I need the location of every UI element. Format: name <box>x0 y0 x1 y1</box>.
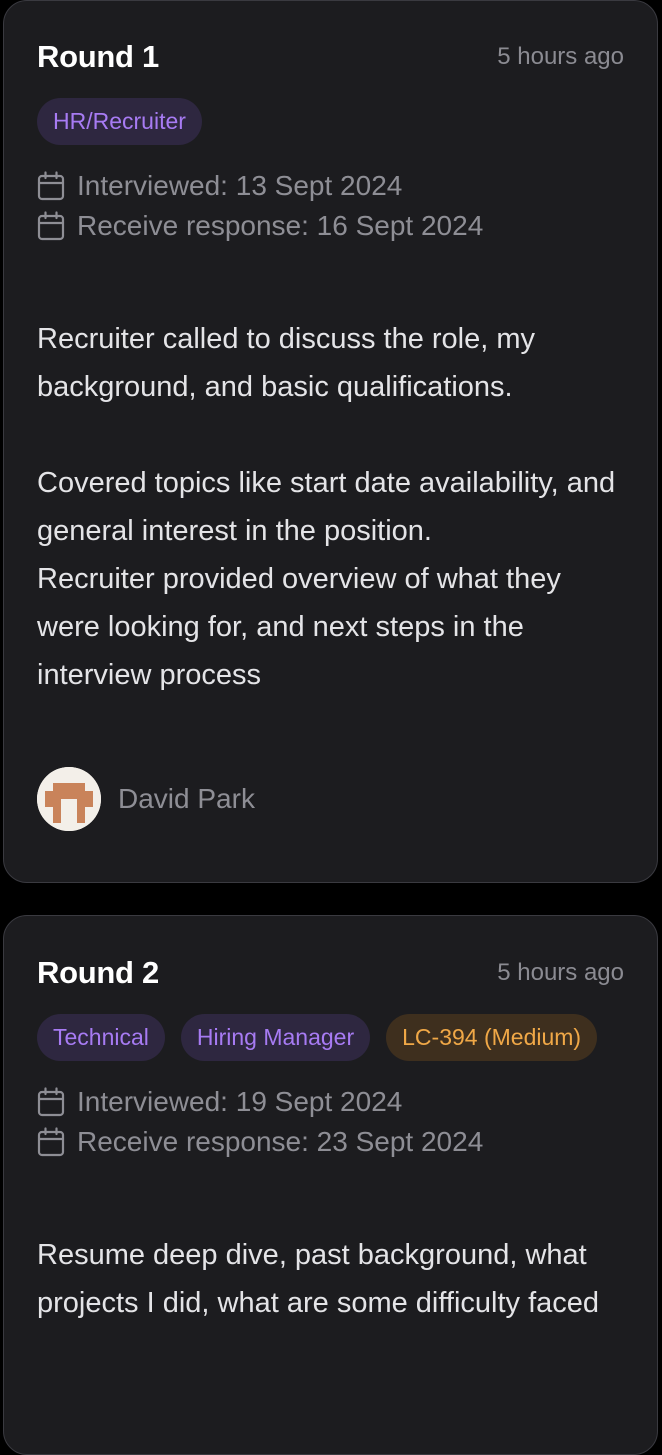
response-text: Receive response: 16 Sept 2024 <box>77 210 484 241</box>
author-name[interactable]: David Park <box>118 783 255 815</box>
avatar[interactable] <box>37 767 101 831</box>
author[interactable]: David Park <box>37 767 624 831</box>
response-text: Receive response: 23 Sept 2024 <box>77 1126 484 1157</box>
interviewed-text: Interviewed: 13 Sept 2024 <box>77 170 403 201</box>
interviewed-date: Interviewed: 13 Sept 2024 <box>37 166 624 206</box>
round-description: Recruiter called to discuss the role, my… <box>37 315 627 699</box>
dates: Interviewed: 13 Sept 2024 Receive respon… <box>37 166 624 246</box>
round-title: Round 1 <box>37 39 159 74</box>
interviewed-text: Interviewed: 19 Sept 2024 <box>77 1086 403 1117</box>
tag-list: Technical Hiring Manager LC-394 (Medium) <box>37 1014 624 1061</box>
round-card: Round 2 5 hours ago Technical Hiring Man… <box>3 915 658 1455</box>
round-card: Round 1 5 hours ago HR/Recruiter Intervi… <box>3 0 658 883</box>
response-date: Receive response: 23 Sept 2024 <box>37 1122 624 1162</box>
interviewed-date: Interviewed: 19 Sept 2024 <box>37 1082 624 1122</box>
tag-hr-recruiter: HR/Recruiter <box>37 98 202 145</box>
pixel-avatar-icon <box>37 767 101 831</box>
calendar-icon <box>37 1087 65 1117</box>
tag-leetcode-problem[interactable]: LC-394 (Medium) <box>386 1014 598 1061</box>
calendar-icon <box>37 171 65 201</box>
tag-list: HR/Recruiter <box>37 98 624 145</box>
round-description: Resume deep dive, past background, what … <box>37 1231 627 1327</box>
description-paragraph: Resume deep dive, past background, what … <box>37 1239 600 1319</box>
description-paragraph: Covered topics like start date availabil… <box>37 467 616 547</box>
dates: Interviewed: 19 Sept 2024 Receive respon… <box>37 1082 624 1162</box>
calendar-icon <box>37 211 65 241</box>
calendar-icon <box>37 1127 65 1157</box>
timestamp: 5 hours ago <box>497 959 624 986</box>
response-date: Receive response: 16 Sept 2024 <box>37 206 624 246</box>
tag-technical: Technical <box>37 1014 165 1061</box>
card-header: Round 2 5 hours ago <box>37 953 624 993</box>
round-title: Round 2 <box>37 955 159 990</box>
tag-hiring-manager: Hiring Manager <box>180 1014 371 1061</box>
card-header: Round 1 5 hours ago <box>37 37 624 77</box>
description-paragraph: Recruiter called to discuss the role, my… <box>37 323 536 403</box>
description-paragraph: Recruiter provided overview of what they… <box>37 563 561 691</box>
timestamp: 5 hours ago <box>497 43 624 70</box>
